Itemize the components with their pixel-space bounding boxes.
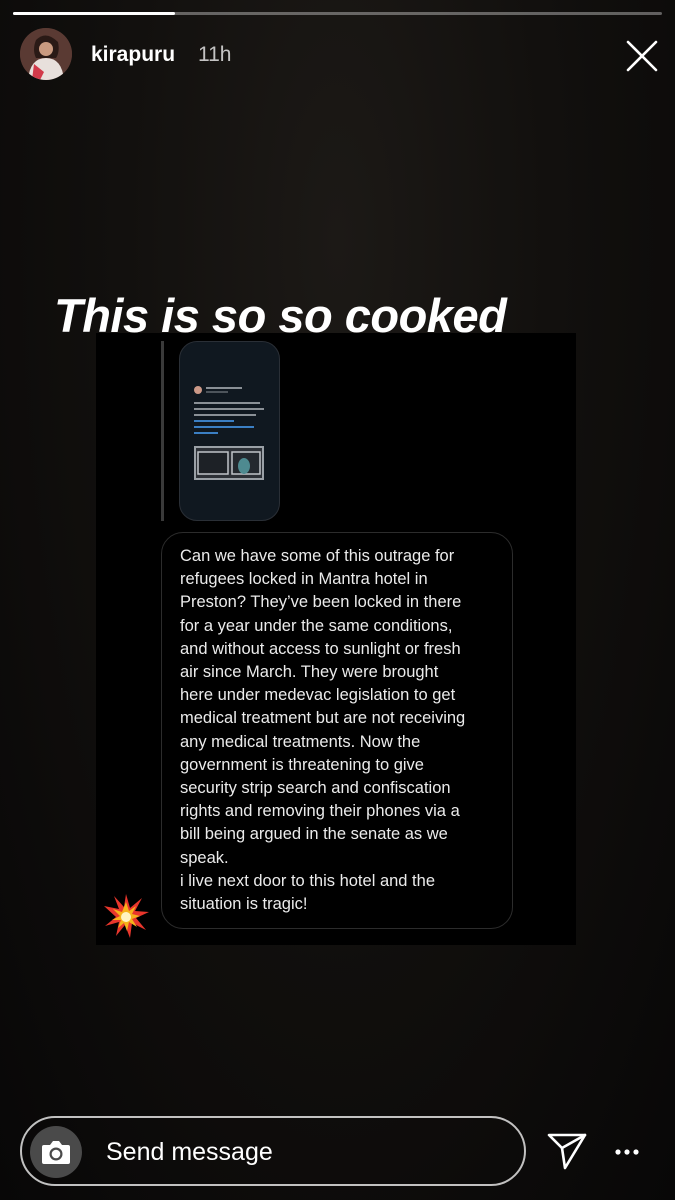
story-caption: This is so so cooked [54, 289, 507, 342]
send-button[interactable] [546, 1131, 588, 1171]
close-icon [626, 40, 658, 72]
close-button[interactable] [620, 34, 664, 78]
message-bubble: Can we have some of this outrage for ref… [161, 532, 513, 929]
more-icon [615, 1149, 639, 1155]
tweet-photo [194, 446, 264, 480]
story-progress-bar [13, 12, 662, 15]
send-icon [547, 1133, 587, 1170]
post-time: 11h [198, 43, 232, 66]
story-progress-fill [13, 12, 176, 15]
camera-icon [42, 1141, 70, 1164]
reply-indicator-line [161, 341, 164, 521]
tweet-avatar [194, 386, 202, 394]
more-options-button[interactable] [612, 1140, 644, 1164]
avatar[interactable] [20, 28, 72, 80]
message-placeholder: Send message [106, 1138, 273, 1166]
username[interactable]: kirapuru [91, 43, 175, 67]
message-input[interactable]: Send message [20, 1116, 526, 1186]
burst-emoji-icon [102, 892, 150, 940]
camera-button[interactable] [30, 1126, 82, 1178]
message-text: Can we have some of this outrage for ref… [180, 547, 466, 914]
story-reply-thumbnail [179, 341, 280, 521]
tweet-preview [190, 382, 270, 482]
story-viewer: kirapuru 11h This is so so cooked Can we… [0, 0, 675, 1200]
avatar-image [20, 28, 72, 80]
